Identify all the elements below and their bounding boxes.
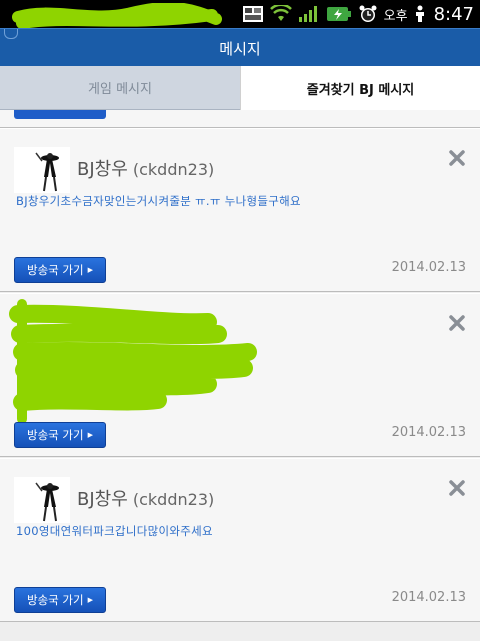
play-arrow-icon: ▶ <box>87 596 93 604</box>
list-item: 방송국 가기 ▶ 2014.02.13 <box>0 293 480 457</box>
signal-icon <box>298 5 320 23</box>
go-to-station-button[interactable]: 방송국 가기 ▶ <box>14 422 106 448</box>
close-icon[interactable] <box>448 149 466 167</box>
status-bar: 오후 8:47 <box>0 0 480 29</box>
bj-name: BJ창우 (ckddn23) <box>77 155 214 181</box>
bj-id: (ckddn23) <box>132 160 215 179</box>
clock: 8:47 <box>433 3 474 25</box>
play-arrow-icon: ▶ <box>87 266 93 274</box>
list-item-partial <box>0 110 480 128</box>
close-icon[interactable] <box>448 314 466 332</box>
list-item: BJ창우 (ckddn23) 100영대연워터파크갑니다많이와주세요 방송국 가… <box>0 458 480 622</box>
message-date: 2014.02.13 <box>391 590 466 605</box>
go-to-station-button[interactable]: 방송국 가기 ▶ <box>14 257 106 283</box>
go-to-station-button[interactable]: 방송국 가기 ▶ <box>14 587 106 613</box>
alarm-icon <box>358 4 378 24</box>
redaction-scribble <box>12 3 222 29</box>
button-label: 방송국 가기 <box>27 263 84 277</box>
title-bar: 메시지 <box>0 28 480 66</box>
tab-bar: 게임 메시지 즐겨찾기 BJ 메시지 <box>0 66 480 110</box>
redaction-scribble <box>9 299 257 424</box>
message-text: BJ창우기초수금자맞인는거시켜줄분 ㅠ.ㅠ 누나형들구해요 <box>16 194 301 208</box>
bj-label: BJ창우 <box>77 489 128 510</box>
button-label: 방송국 가기 <box>27 428 84 442</box>
button-label: 방송국 가기 <box>27 593 84 607</box>
tab-game-messages[interactable]: 게임 메시지 <box>0 66 240 110</box>
bj-name: BJ창우 (ckddn23) <box>77 485 214 511</box>
play-arrow-icon: ▶ <box>87 431 93 439</box>
message-date: 2014.02.13 <box>391 260 466 275</box>
tab-favorite-bj-messages[interactable]: 즐겨찾기 BJ 메시지 <box>240 66 480 110</box>
message-date: 2014.02.13 <box>391 425 466 440</box>
wifi-icon <box>269 5 292 23</box>
bj-label: BJ창우 <box>77 159 128 180</box>
bj-id: (ckddn23) <box>132 490 215 509</box>
message-text: 100영대연워터파크갑니다많이와주세요 <box>16 524 213 538</box>
ampm-indicator: 오후 <box>383 8 408 24</box>
close-icon[interactable] <box>448 479 466 497</box>
list-item: BJ창우 (ckddn23) BJ창우기초수금자맞인는거시켜줄분 ㅠ.ㅠ 누나형… <box>0 128 480 292</box>
battery-icon <box>326 5 352 23</box>
station-button-fragment[interactable] <box>14 110 106 119</box>
message-list[interactable]: BJ창우 (ckddn23) BJ창우기초수금자맞인는거시켜줄분 ㅠ.ㅠ 누나형… <box>0 110 480 641</box>
status-icons: 오후 8:47 <box>242 2 474 26</box>
page-title: 메시지 <box>219 40 261 58</box>
avatar <box>14 477 70 523</box>
image-icon <box>242 5 264 23</box>
person-icon <box>414 5 426 23</box>
avatar <box>14 147 70 193</box>
